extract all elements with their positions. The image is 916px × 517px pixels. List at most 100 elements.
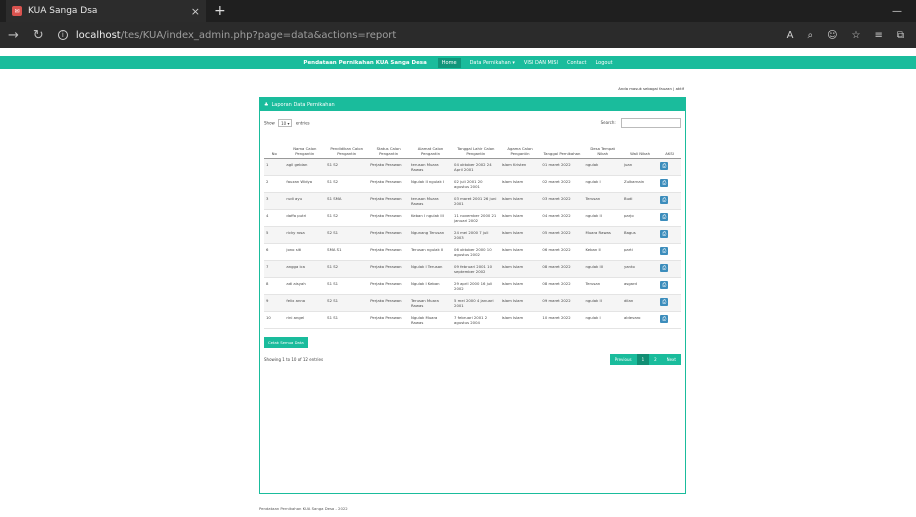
table-footer: Showing 1 to 10 of 12 entries Previous 1… bbox=[264, 353, 681, 365]
profile-icon[interactable]: ☺ bbox=[827, 30, 837, 41]
pager-page-1[interactable]: 1 bbox=[636, 353, 650, 365]
table-cell: Terusan ngulak II bbox=[409, 243, 453, 261]
table-cell: 8 bbox=[264, 277, 285, 295]
tab-title: KUA Sanga Dsa bbox=[28, 6, 98, 16]
table-cell: Terusan bbox=[583, 192, 622, 210]
read-aloud-icon[interactable]: A bbox=[787, 30, 794, 41]
page-footer: Pendataan Pernikahan KUA Sanga Desa - 20… bbox=[259, 506, 348, 511]
table-cell: yanto bbox=[621, 260, 659, 278]
print-row-icon[interactable]: ⎙ bbox=[660, 314, 669, 323]
action-cell: ⎙ bbox=[658, 192, 681, 210]
table-cell: adi aisyah bbox=[284, 277, 326, 295]
nav-contact[interactable]: Contact bbox=[567, 60, 586, 66]
table-cell: Perjaka Perawan bbox=[368, 277, 409, 295]
pager-next[interactable]: Next bbox=[661, 353, 681, 365]
print-row-icon[interactable]: ⎙ bbox=[660, 297, 669, 306]
print-row-icon[interactable]: ⎙ bbox=[660, 195, 669, 204]
table-cell: ngulak bbox=[583, 158, 622, 176]
nav-home[interactable]: Home bbox=[437, 57, 461, 68]
table-cell: Perjaka Perawan bbox=[368, 243, 409, 261]
pager-page-2[interactable]: 2 bbox=[649, 353, 662, 365]
table-cell: Perjaka Perawan bbox=[368, 294, 409, 312]
action-cell: ⎙ bbox=[658, 260, 681, 278]
search-input[interactable] bbox=[621, 118, 681, 128]
print-row-icon[interactable]: ⎙ bbox=[660, 280, 669, 289]
col-alamat[interactable]: Alamat Calon Pengantin bbox=[409, 132, 453, 159]
table-cell: 02 juli 2001 20 agustus 2001 bbox=[452, 175, 500, 193]
table-row: 5 ricky rosa S2 S1 Perjaka Perawan Ngunang T… bbox=[264, 226, 681, 244]
print-row-icon[interactable]: ⎙ bbox=[660, 246, 669, 255]
col-aksi[interactable]: AKSI bbox=[658, 132, 681, 159]
favorites-icon[interactable]: ≡ bbox=[874, 30, 882, 41]
table-cell: Terusan Muara Rawas bbox=[409, 294, 453, 312]
table-cell: terusan Muara Rawas bbox=[409, 158, 453, 176]
table-cell: S1 S2 bbox=[325, 175, 369, 193]
table-cell: ngulak I bbox=[583, 311, 622, 329]
print-row-icon[interactable]: ⎙ bbox=[660, 263, 669, 272]
new-tab-icon[interactable]: + bbox=[214, 3, 226, 19]
entries-label: entries bbox=[295, 120, 310, 126]
nav-data-pernikahan[interactable]: Data Pernikahan ▾ bbox=[470, 60, 515, 66]
col-agama[interactable]: Agama Calon Pengantin bbox=[499, 132, 541, 159]
entries-select[interactable]: 10 ▾ bbox=[278, 119, 293, 127]
col-nama[interactable]: Nama Calon Pengantin bbox=[284, 132, 326, 159]
url-field[interactable]: localhost/tes/KUA/index_admin.php?page=d… bbox=[76, 30, 397, 41]
table-body: 1 agil gebian S1 S2 Perjaka Perawan terusan … bbox=[264, 158, 681, 329]
nav-visi-misi[interactable]: VISI DAN MISI bbox=[524, 60, 558, 66]
col-no[interactable]: No bbox=[264, 132, 285, 159]
info-icon[interactable]: i bbox=[57, 30, 68, 40]
table-row: 9 felix anna S2 S1 Perjaka Perawan Terusan M… bbox=[264, 294, 681, 312]
col-desa[interactable]: Desa Tempat Nikah bbox=[583, 132, 622, 159]
table-cell: Perjaka Perawan bbox=[368, 209, 409, 227]
print-all-button[interactable]: Cetak Semua Data bbox=[264, 336, 308, 348]
print-row-icon[interactable]: ⎙ bbox=[660, 178, 669, 187]
table-cell: 04 oktober 2002 24 April 2001 bbox=[452, 158, 500, 176]
browser-tab[interactable]: ✉ KUA Sanga Dsa × bbox=[6, 0, 206, 22]
table-cell: Keban II bbox=[583, 243, 622, 261]
col-tanggal-lahir[interactable]: Tanggal Lahir Calon Pengantin bbox=[452, 132, 500, 159]
col-pendidikan[interactable]: Pendidikan Calon Pengantin bbox=[325, 132, 369, 159]
table-cell: Islam Islam bbox=[499, 311, 541, 329]
table-cell: 5 mei 2000 4 januari 2001 bbox=[452, 294, 500, 312]
table-cell: Islam Islam bbox=[499, 192, 541, 210]
table-cell: Muara Rawas bbox=[583, 226, 622, 244]
col-status[interactable]: Status Calon Pengantin bbox=[368, 132, 409, 159]
tab-favicon-icon: ✉ bbox=[12, 6, 22, 16]
table-cell: Perjaka Perawan bbox=[368, 175, 409, 193]
col-tanggal-pernikahan[interactable]: Tanggal Pernikahan bbox=[540, 132, 584, 159]
nav-logout[interactable]: Logout bbox=[595, 60, 612, 66]
print-row-icon[interactable]: ⎙ bbox=[660, 212, 669, 221]
print-row-icon[interactable]: ⎙ bbox=[660, 161, 669, 170]
entries-select-value: 10 bbox=[281, 120, 287, 126]
pager-previous[interactable]: Previous bbox=[609, 353, 637, 365]
reload-icon[interactable]: ↻ bbox=[33, 28, 44, 43]
browser-tab-bar: ✉ KUA Sanga Dsa × + — bbox=[0, 0, 916, 22]
table-cell: Perjaka Perawan bbox=[368, 311, 409, 329]
table-cell: terusan Muara Rawas bbox=[409, 192, 453, 210]
collections-icon[interactable]: ⧉ bbox=[897, 30, 904, 41]
table-cell: 06 maret 2022 bbox=[540, 243, 584, 261]
show-label: Show bbox=[264, 120, 275, 126]
panel-header: ♣ Laporan Data Pernikahan bbox=[260, 98, 685, 111]
table-cell: 05 maret 2022 bbox=[540, 226, 584, 244]
site-brand[interactable]: Pendataan Pernikahan KUA Sanga Desa bbox=[303, 60, 426, 66]
table-row: 7 angga ica S1 S2 Perjaka Perawan Ngulak I T… bbox=[264, 260, 681, 278]
table-cell: 7 februari 2001 2 agustus 2004 bbox=[452, 311, 500, 329]
zoom-icon[interactable]: ⌕ bbox=[807, 30, 813, 41]
table-cell: 06 oktober 2000 10 agustus 2002 bbox=[452, 243, 500, 261]
table-cell: 03 maret 2001 26 juni 2001 bbox=[452, 192, 500, 210]
table-cell: Islam Kristen bbox=[499, 158, 541, 176]
table-cell: angga ica bbox=[284, 260, 326, 278]
minimize-window-icon[interactable]: — bbox=[892, 6, 902, 17]
back-arrow-icon[interactable]: → bbox=[8, 28, 19, 43]
table-cell: rini angel bbox=[284, 311, 326, 329]
table-row: 8 adi aisyah S1 S1 Perjaka Perawan Ngulak I … bbox=[264, 277, 681, 295]
col-wali[interactable]: Wali Nikah bbox=[621, 132, 659, 159]
close-tab-icon[interactable]: × bbox=[191, 5, 200, 18]
favorite-add-icon[interactable]: ☆ bbox=[852, 30, 861, 41]
table-cell: Zulkarnain bbox=[621, 175, 659, 193]
action-cell: ⎙ bbox=[658, 277, 681, 295]
print-row-icon[interactable]: ⎙ bbox=[660, 229, 669, 238]
action-cell: ⎙ bbox=[658, 158, 681, 176]
chevron-down-icon: ▾ bbox=[287, 120, 290, 126]
